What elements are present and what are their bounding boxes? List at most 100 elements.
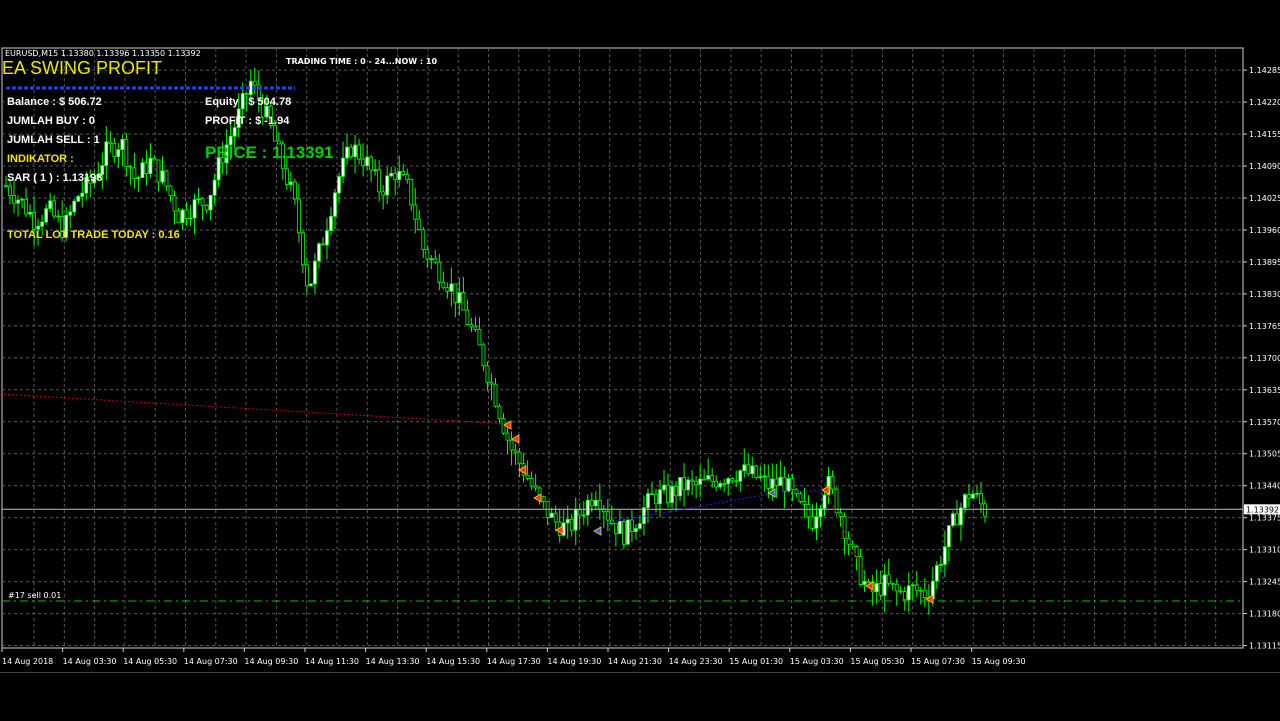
candle-body (894, 583, 899, 592)
candle-body (605, 511, 610, 521)
equity-label: Equity : $ 504.78 (205, 96, 292, 108)
candle-body (397, 171, 402, 180)
x-tick-label: 14 Aug 09:30 (244, 657, 298, 666)
candle-body (529, 478, 534, 487)
candle-body (40, 221, 45, 227)
x-tick-label: 14 Aug 13:30 (366, 657, 420, 666)
candle-body (581, 514, 586, 517)
candle-body (437, 261, 442, 283)
candle-body (4, 185, 8, 188)
candle-body (453, 283, 458, 304)
x-tick-label: 15 Aug 09:30 (972, 657, 1026, 666)
candle-body (730, 478, 735, 482)
y-tick-label: 1.13570 (1249, 418, 1280, 427)
candle-body (814, 516, 819, 529)
candle-body (401, 171, 406, 175)
x-tick-label: 14 Aug 03:30 (63, 657, 117, 666)
candle-body (188, 217, 193, 220)
candle-body (553, 512, 558, 523)
candle-body (140, 162, 145, 179)
indikator-label: INDIKATOR : (7, 153, 74, 165)
candle-body (577, 509, 582, 516)
candle-body (766, 475, 771, 489)
ea-title: EA SWING PROFIT (2, 58, 163, 78)
candle-body (32, 211, 36, 230)
candle-body (325, 230, 329, 246)
x-tick-label: 14 Aug 05:30 (123, 657, 177, 666)
candle-body (76, 195, 81, 202)
candle-body (489, 381, 494, 385)
candle-body (914, 584, 919, 591)
candle-body (148, 157, 153, 174)
balance-label: Balance : $ 506.72 (7, 96, 102, 108)
x-tick-label: 14 Aug 17:30 (487, 657, 541, 666)
candle-body (790, 478, 795, 491)
candle-body (714, 480, 719, 488)
y-tick-label: 1.14220 (1249, 98, 1280, 107)
candle-body (309, 283, 313, 287)
candle-body (301, 232, 305, 266)
y-tick-label: 1.14285 (1249, 66, 1280, 75)
x-tick-label: 14 Aug 23:30 (669, 657, 723, 666)
candle-body (565, 518, 570, 524)
candle-body (782, 476, 787, 492)
candle-body (413, 204, 418, 220)
candle-body (28, 211, 32, 215)
candle-body (120, 139, 125, 151)
candle-body (313, 260, 317, 285)
candle-body (951, 513, 955, 527)
plot-frame (1, 47, 1244, 649)
y-tick-label: 1.13765 (1249, 322, 1280, 331)
x-tick-label: 14 Aug 19:30 (547, 657, 601, 666)
candle-body (465, 309, 470, 325)
candle-body (654, 494, 658, 505)
candle-body (369, 156, 374, 171)
candle-body (830, 476, 835, 490)
candle-body (874, 582, 879, 593)
candle-body (979, 493, 983, 505)
candle-body (770, 478, 775, 489)
candle-body (690, 479, 695, 482)
candle-body (208, 194, 213, 211)
candle-body (569, 518, 574, 531)
y-tick-label: 1.13700 (1249, 354, 1280, 363)
candle-body (68, 211, 73, 216)
candle-body (573, 509, 578, 531)
candle-body (152, 157, 157, 161)
candle-body (674, 485, 678, 497)
candle-body (754, 465, 759, 478)
candle-body (56, 215, 61, 218)
candle-body (176, 210, 181, 224)
symbol-info: EURUSD,M15 1.13380 1.13396 1.13350 1.133… (5, 49, 201, 58)
candle-body (172, 195, 177, 212)
candle-body (164, 170, 169, 187)
trade-arrow (533, 493, 542, 503)
candle-body (938, 563, 943, 566)
x-tick-label: 14 Aug 2018 (2, 657, 53, 666)
candle-body (774, 478, 779, 486)
candlestick-chart[interactable]: 1.14285 1.14220 1.14155 1.14090 1.14025 1.139… (0, 46, 1280, 672)
candle-body (902, 591, 907, 601)
candle-body (16, 199, 20, 204)
candle-body (906, 585, 911, 601)
candle-body (822, 494, 827, 509)
trade-arrow (767, 488, 776, 498)
candle-body (112, 142, 117, 158)
candle-body (517, 451, 522, 465)
candle-body (593, 499, 598, 507)
candle-body (292, 181, 297, 200)
candle-body (441, 281, 446, 289)
y-tick-label: 1.13180 (1249, 610, 1280, 619)
candle-body (778, 476, 783, 486)
candle-body (626, 519, 630, 545)
candle-body (156, 159, 161, 183)
trade-arrow (925, 594, 934, 604)
candle-body (104, 141, 109, 166)
candle-body (734, 480, 739, 483)
chart-area[interactable]: 1.14285 1.14220 1.14155 1.14090 1.14025 1.139… (0, 46, 1280, 672)
candle-body (317, 243, 321, 262)
candle-body (678, 477, 682, 497)
y-tick-label: 1.13115 (1249, 642, 1280, 651)
candle-body (337, 176, 341, 194)
y-tick-label: 1.13440 (1249, 482, 1280, 491)
